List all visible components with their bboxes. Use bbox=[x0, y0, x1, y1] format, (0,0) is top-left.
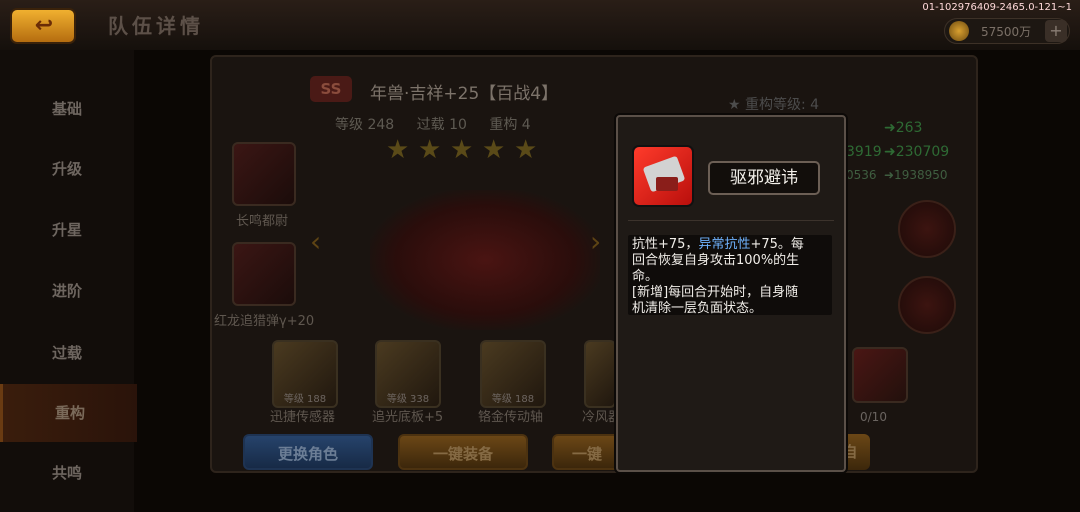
desc-text: +75。每 bbox=[750, 237, 804, 252]
sidebar-item-resonance[interactable]: 共鸣 bbox=[0, 444, 134, 502]
part-name-2: 追光底板+5 bbox=[372, 410, 444, 425]
equipment-name-1: 长鸣都尉 bbox=[236, 214, 289, 229]
desc-highlight: 异常抗性 bbox=[698, 237, 751, 252]
part-level-1: 等级 188 bbox=[283, 394, 327, 405]
star-icon: ★ bbox=[482, 135, 506, 165]
rebuild-level: ★ 重构等级: 4 bbox=[728, 97, 820, 113]
fragment-count: 0/10 bbox=[860, 410, 887, 424]
part-level-3: 等级 188 bbox=[491, 394, 535, 405]
part-name-3: 铬金传动轴 bbox=[478, 410, 544, 425]
prev-arrow-icon[interactable]: ‹ bbox=[310, 225, 332, 265]
unit-rebuild: 重构 4 bbox=[489, 117, 531, 133]
unit-stats: 等级 248 过载 10 重构 4 bbox=[335, 114, 549, 134]
coin-counter: 57500万 + bbox=[944, 18, 1070, 44]
page-title: 队伍详情 bbox=[108, 14, 204, 38]
next-arrow-icon[interactable]: › bbox=[590, 225, 612, 265]
sidebar-item-overload[interactable]: 过载 bbox=[0, 324, 134, 382]
stat-new-3: ➜1938950 bbox=[884, 168, 948, 182]
desc-line-1: 抗性+75，异常抗性+75。每 bbox=[632, 237, 804, 253]
coin-icon bbox=[949, 21, 969, 41]
change-role-button[interactable]: 更换角色 bbox=[243, 434, 373, 470]
rebuild-node-1[interactable] bbox=[898, 200, 956, 258]
skill-tooltip: 驱邪避讳 抗性+75，异常抗性+75。每 回合恢复自身攻击100%的生 命。 [… bbox=[616, 115, 846, 472]
sidebar-item-advance[interactable]: 进阶 bbox=[0, 262, 134, 320]
stat-old-3: 0536 bbox=[846, 168, 877, 182]
unit-model bbox=[370, 190, 600, 330]
skill-name-box: 驱邪避讳 bbox=[708, 161, 820, 195]
fragment-slot[interactable] bbox=[852, 347, 908, 403]
sidebar-item-basic[interactable]: 基础 bbox=[0, 80, 134, 138]
desc-line-5: 机清除一层负面状态。 bbox=[632, 301, 763, 316]
skill-name: 驱邪避讳 bbox=[730, 168, 798, 188]
equipment-name-2: 红龙追猎弹γ+20 bbox=[214, 314, 315, 329]
back-button[interactable]: ↩ bbox=[10, 8, 76, 44]
equipment-slot-1[interactable] bbox=[232, 142, 296, 206]
desc-line-3: 命。 bbox=[632, 269, 659, 284]
equipment-slot-2[interactable] bbox=[232, 242, 296, 306]
weapon-part-icon bbox=[656, 177, 678, 191]
desc-text: 抗性+75， bbox=[632, 237, 699, 252]
skill-description: 抗性+75，异常抗性+75。每 回合恢复自身攻击100%的生 命。 [新增]每回… bbox=[628, 235, 832, 316]
star-icon: ★ bbox=[418, 135, 442, 165]
desc-line-4: [新增]每回合开始时，自身随 bbox=[632, 285, 799, 300]
coin-amount: 57500万 bbox=[981, 25, 1032, 39]
unit-overload: 过载 10 bbox=[416, 117, 467, 133]
skill-icon bbox=[632, 145, 694, 207]
star-icon: ★ bbox=[514, 135, 538, 165]
sidebar-item-rebuild[interactable]: 重构 bbox=[0, 384, 137, 442]
sidebar-item-star-up[interactable]: 升星 bbox=[0, 201, 134, 259]
stat-value-1: ➜263 bbox=[884, 120, 923, 136]
desc-line-2: 回合恢复自身攻击100%的生 bbox=[632, 253, 800, 268]
star-icon: ★ bbox=[386, 135, 410, 165]
part-name-1: 迅捷传感器 bbox=[270, 410, 336, 425]
sidebar: 基础 升级 升星 进阶 过载 重构 共鸣 bbox=[0, 50, 137, 512]
part-slot-4[interactable] bbox=[584, 340, 616, 408]
build-id-text: 01-102976409-2465.0-121~1 bbox=[922, 2, 1072, 13]
back-arrow-icon: ↩ bbox=[34, 13, 54, 38]
part-level-2: 等级 338 bbox=[386, 394, 430, 405]
star-icon: ★ bbox=[450, 135, 474, 165]
one-key-equip-button[interactable]: 一键装备 bbox=[398, 434, 528, 470]
unit-level: 等级 248 bbox=[335, 117, 395, 133]
stat-new-2: ➜230709 bbox=[884, 144, 950, 160]
sidebar-item-upgrade[interactable]: 升级 bbox=[0, 140, 134, 198]
divider bbox=[628, 220, 834, 221]
add-coins-button[interactable]: + bbox=[1045, 20, 1067, 42]
rebuild-node-2[interactable] bbox=[898, 276, 956, 334]
one-key-button[interactable]: 一键 bbox=[552, 434, 622, 470]
stat-old-2: 3919 bbox=[846, 144, 882, 160]
rank-badge: SS bbox=[310, 76, 352, 102]
unit-name: 年兽·吉祥+25【百战4】 bbox=[370, 84, 559, 104]
